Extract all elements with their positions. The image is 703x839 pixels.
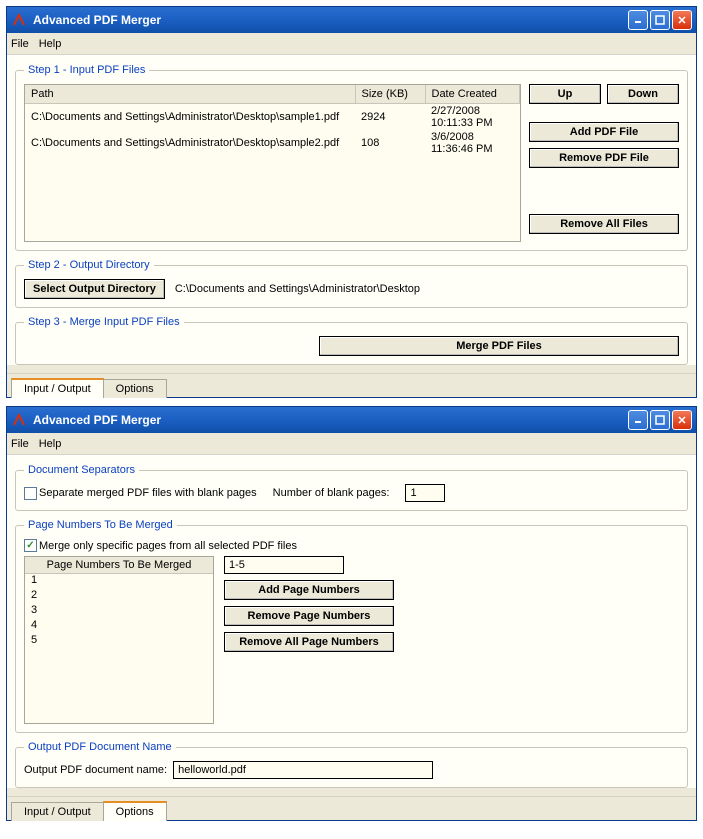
remove-pdf-button[interactable]: Remove PDF File [529, 148, 679, 168]
menu-file[interactable]: File [11, 438, 29, 450]
separate-checkbox[interactable] [24, 487, 37, 500]
file-table[interactable]: Path Size (KB) Date Created C:\Documents… [24, 84, 521, 242]
page-numbers-list[interactable]: Page Numbers To Be Merged 1 2 3 4 5 [24, 556, 214, 724]
num-blank-label: Number of blank pages: [273, 487, 390, 499]
select-output-dir-button[interactable]: Select Output Directory [24, 279, 165, 299]
merge-specific-checkbox[interactable]: ✓ [24, 539, 37, 552]
menu-help[interactable]: Help [39, 38, 62, 50]
tab-input-output[interactable]: Input / Output [11, 378, 104, 398]
output-name-input[interactable] [173, 761, 433, 779]
tab-input-output[interactable]: Input / Output [11, 802, 104, 821]
separate-checkbox-label[interactable]: Separate merged PDF files with blank pag… [24, 487, 257, 500]
down-button[interactable]: Down [607, 84, 679, 104]
merge-specific-checkbox-label[interactable]: ✓ Merge only specific pages from all sel… [24, 539, 297, 552]
num-blank-input[interactable] [405, 484, 445, 502]
minimize-button[interactable] [628, 410, 648, 430]
close-button[interactable]: ✕ [672, 410, 692, 430]
group-page-numbers-legend: Page Numbers To Be Merged [24, 519, 177, 531]
list-item[interactable]: 4 [25, 619, 213, 634]
group-step2: Step 2 - Output Directory Select Output … [15, 259, 688, 308]
tabstrip: Input / Output Options [7, 796, 696, 820]
tabstrip: Input / Output Options [7, 373, 696, 397]
titlebar: Advanced PDF Merger ✕ [7, 407, 696, 433]
window-options: Advanced PDF Merger ✕ File Help Document… [6, 406, 697, 821]
close-button[interactable]: ✕ [672, 10, 692, 30]
maximize-button[interactable] [650, 10, 670, 30]
list-item[interactable]: 3 [25, 604, 213, 619]
group-separators-legend: Document Separators [24, 464, 139, 476]
maximize-button[interactable] [650, 410, 670, 430]
group-separators: Document Separators Separate merged PDF … [15, 464, 688, 511]
page-numbers-list-header: Page Numbers To Be Merged [25, 557, 213, 574]
list-item[interactable]: 5 [25, 634, 213, 649]
group-step1: Step 1 - Input PDF Files Path Size (KB) … [15, 64, 688, 251]
app-icon [11, 12, 27, 28]
tab-options[interactable]: Options [103, 801, 167, 821]
remove-page-numbers-button[interactable]: Remove Page Numbers [224, 606, 394, 626]
col-path[interactable]: Path [25, 85, 355, 103]
window-input-output: Advanced PDF Merger ✕ File Help Step 1 -… [6, 6, 697, 398]
group-step2-legend: Step 2 - Output Directory [24, 259, 154, 271]
add-page-numbers-button[interactable]: Add Page Numbers [224, 580, 394, 600]
table-row[interactable]: C:\Documents and Settings\Administrator\… [25, 130, 520, 156]
group-page-numbers: Page Numbers To Be Merged ✓ Merge only s… [15, 519, 688, 733]
remove-all-button[interactable]: Remove All Files [529, 214, 679, 234]
menubar: File Help [7, 433, 696, 455]
minimize-button[interactable] [628, 10, 648, 30]
add-pdf-button[interactable]: Add PDF File [529, 122, 679, 142]
table-row[interactable]: C:\Documents and Settings\Administrator\… [25, 103, 520, 130]
window-title: Advanced PDF Merger [33, 413, 161, 427]
page-range-input[interactable] [224, 556, 344, 574]
output-dir-label: C:\Documents and Settings\Administrator\… [175, 283, 420, 295]
titlebar: Advanced PDF Merger ✕ [7, 7, 696, 33]
window-title: Advanced PDF Merger [33, 13, 161, 27]
app-icon [11, 412, 27, 428]
group-output-name-legend: Output PDF Document Name [24, 741, 176, 753]
menu-file[interactable]: File [11, 38, 29, 50]
up-button[interactable]: Up [529, 84, 601, 104]
group-output-name: Output PDF Document Name Output PDF docu… [15, 741, 688, 788]
output-name-label: Output PDF document name: [24, 764, 167, 776]
merge-button[interactable]: Merge PDF Files [319, 336, 679, 356]
list-item[interactable]: 1 [25, 574, 213, 589]
col-size[interactable]: Size (KB) [355, 85, 425, 103]
menu-help[interactable]: Help [39, 438, 62, 450]
tab-options[interactable]: Options [103, 379, 167, 398]
group-step3: Step 3 - Merge Input PDF Files Merge PDF… [15, 316, 688, 365]
group-step3-legend: Step 3 - Merge Input PDF Files [24, 316, 184, 328]
menubar: File Help [7, 33, 696, 55]
remove-all-page-numbers-button[interactable]: Remove All Page Numbers [224, 632, 394, 652]
col-date[interactable]: Date Created [425, 85, 520, 103]
list-item[interactable]: 2 [25, 589, 213, 604]
group-step1-legend: Step 1 - Input PDF Files [24, 64, 149, 76]
